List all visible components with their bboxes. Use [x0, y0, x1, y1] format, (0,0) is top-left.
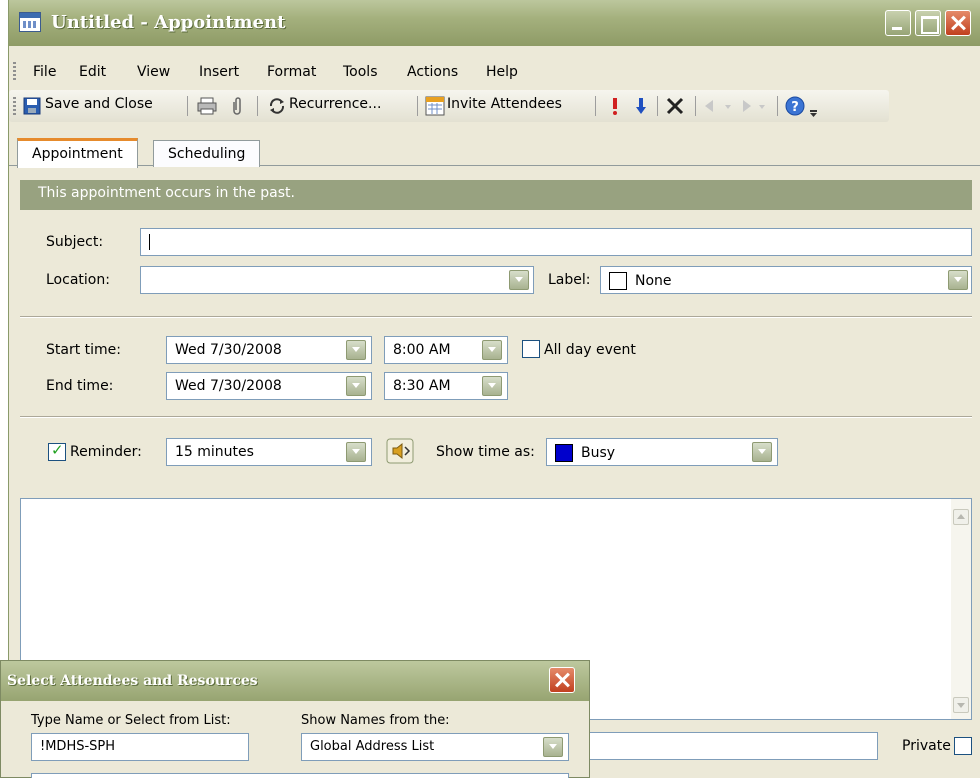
start-date-field[interactable]: Wed 7/30/2008: [166, 336, 372, 364]
dialog-title-bar[interactable]: Select Attendees and Resources: [1, 661, 589, 701]
select-attendees-dialog: Select Attendees and Resources Type Name…: [0, 660, 590, 778]
start-time-dropdown-arrow[interactable]: [482, 340, 502, 360]
attach-icon[interactable]: [231, 96, 243, 116]
label-select[interactable]: None: [600, 266, 972, 294]
scroll-down-button[interactable]: [953, 697, 969, 713]
categories-field[interactable]: [588, 732, 878, 760]
notes-scrollbar[interactable]: [951, 499, 971, 719]
menu-actions[interactable]: Actions: [407, 64, 458, 80]
busy-color-swatch: [555, 444, 573, 462]
toolbar-separator: [595, 96, 596, 116]
save-icon: [23, 97, 41, 115]
label-color-swatch: [609, 272, 627, 290]
menu-file[interactable]: File: [33, 64, 56, 80]
end-time-dropdown-arrow[interactable]: [482, 376, 502, 396]
close-button[interactable]: [945, 10, 971, 36]
menu-edit[interactable]: Edit: [79, 64, 106, 80]
invite-attendees-button[interactable]: Invite Attendees: [447, 96, 562, 112]
window-title: Untitled - Appointment: [51, 12, 286, 33]
private-checkbox[interactable]: [954, 737, 972, 755]
toolbar-separator: [257, 96, 258, 116]
show-time-as-label: Show time as:: [436, 444, 535, 460]
svg-text:?: ?: [791, 100, 799, 115]
toolbar-grip[interactable]: [13, 97, 16, 115]
title-bar[interactable]: Untitled - Appointment: [9, 0, 980, 46]
show-time-as-dropdown-arrow[interactable]: [752, 442, 772, 462]
maximize-button[interactable]: [915, 10, 941, 36]
reminder-sound-icon[interactable]: [386, 438, 414, 464]
type-name-input[interactable]: !MDHS-SPH: [31, 733, 249, 761]
end-date-field[interactable]: Wed 7/30/2008: [166, 372, 372, 400]
start-date-dropdown-arrow[interactable]: [346, 340, 366, 360]
label-dropdown-arrow[interactable]: [948, 270, 968, 290]
high-importance-icon[interactable]: [611, 96, 619, 116]
location-dropdown-arrow[interactable]: [509, 270, 529, 290]
address-list-select[interactable]: Global Address List: [301, 733, 569, 761]
end-time-label: End time:: [46, 378, 114, 394]
dialog-title: Select Attendees and Resources: [7, 673, 258, 689]
standard-toolbar: Save and Close Recurrence... Invite Atte…: [9, 90, 889, 122]
divider: [20, 416, 972, 418]
location-input[interactable]: [140, 266, 534, 294]
reminder-label: Reminder:: [70, 444, 142, 460]
print-icon[interactable]: [197, 97, 217, 115]
recurrence-button[interactable]: Recurrence...: [289, 96, 381, 112]
toolbar-separator: [187, 96, 188, 116]
subject-label: Subject:: [46, 234, 104, 250]
private-label: Private: [902, 738, 951, 754]
subject-input[interactable]: [140, 228, 972, 256]
tab-strip: Appointment Scheduling: [9, 136, 980, 168]
address-list-results[interactable]: [31, 773, 569, 778]
label-label: Label:: [548, 272, 591, 288]
invite-attendees-icon: [425, 96, 445, 116]
reminder-dropdown-arrow[interactable]: [346, 442, 366, 462]
menu-help[interactable]: Help: [486, 64, 518, 80]
menu-format[interactable]: Format: [267, 64, 316, 80]
delete-icon[interactable]: [665, 96, 685, 116]
low-importance-icon[interactable]: [635, 96, 647, 116]
menu-insert[interactable]: Insert: [199, 64, 239, 80]
minimize-button[interactable]: [885, 10, 911, 36]
scroll-up-button[interactable]: [953, 509, 969, 525]
menu-bar: File Edit View Insert Format Tools Actio…: [9, 60, 980, 86]
show-time-as-select[interactable]: Busy: [546, 438, 778, 466]
reminder-select[interactable]: 15 minutes: [166, 438, 372, 466]
menu-grip[interactable]: [13, 62, 16, 80]
next-item-icon[interactable]: [737, 98, 771, 114]
reminder-checkbox[interactable]: [48, 441, 66, 461]
previous-item-icon[interactable]: [703, 98, 737, 114]
toolbar-separator: [417, 96, 418, 116]
address-list-dropdown-arrow[interactable]: [543, 737, 563, 757]
menu-tools[interactable]: Tools: [343, 64, 378, 80]
divider: [20, 316, 972, 318]
toolbar-separator: [777, 96, 778, 116]
recurrence-icon: [269, 98, 285, 114]
text-cursor: [149, 234, 150, 250]
save-and-close-button[interactable]: Save and Close: [45, 96, 153, 112]
show-time-as-value: Busy: [581, 445, 616, 461]
type-name-label: Type Name or Select from List:: [31, 713, 231, 728]
location-label: Location:: [46, 272, 110, 288]
calendar-icon: [19, 12, 41, 32]
tab-scheduling[interactable]: Scheduling: [153, 140, 261, 167]
all-day-checkbox[interactable]: [522, 340, 540, 358]
end-date-dropdown-arrow[interactable]: [346, 376, 366, 396]
all-day-label: All day event: [544, 342, 636, 358]
toolbar-options-icon[interactable]: [809, 104, 819, 118]
label-value: None: [635, 273, 672, 289]
info-banner: This appointment occurs in the past.: [20, 180, 972, 210]
show-names-label: Show Names from the:: [301, 713, 450, 728]
dialog-close-button[interactable]: [549, 667, 575, 693]
toolbar-separator: [695, 96, 696, 116]
start-time-label: Start time:: [46, 342, 121, 358]
tab-appointment[interactable]: Appointment: [17, 138, 138, 168]
menu-view[interactable]: View: [137, 64, 170, 80]
toolbar-separator: [657, 96, 658, 116]
help-icon[interactable]: ?: [785, 96, 805, 116]
